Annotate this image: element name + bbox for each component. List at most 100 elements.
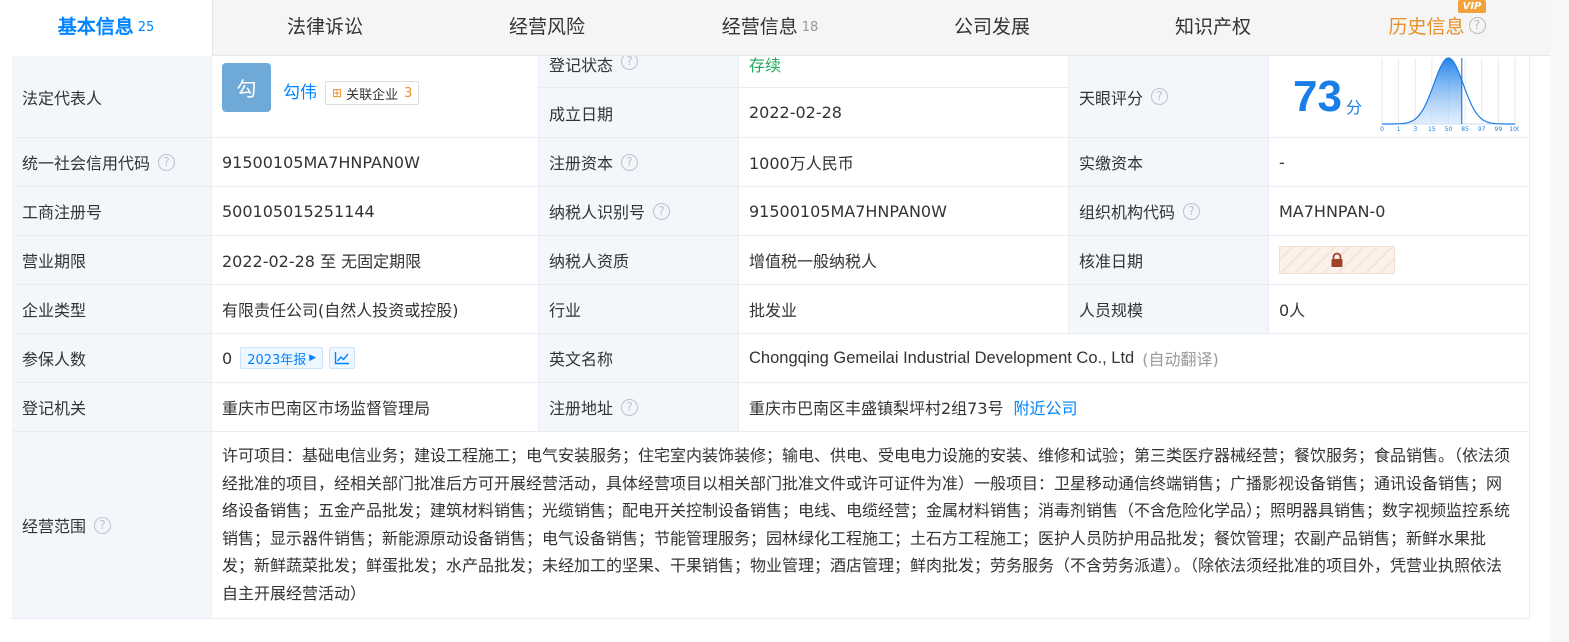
help-icon[interactable]: ? <box>1468 17 1486 34</box>
label-business-scope: 经营范围? <box>12 432 212 619</box>
help-icon[interactable]: ? <box>1183 202 1201 220</box>
label-insured: 参保人数 <box>12 334 212 383</box>
tab-label: 知识产权 <box>1174 16 1251 38</box>
scrollbar[interactable] <box>1550 0 1569 642</box>
tab-count: 18 <box>801 20 819 35</box>
annual-report-label: 2023年报 <box>247 352 307 368</box>
value-text: MA7HNPAN-0 <box>1279 201 1386 221</box>
related-companies-count: 3 <box>404 85 413 101</box>
chart-tick-label: 85 <box>1461 126 1469 133</box>
legal-rep-name[interactable]: 勾伟 <box>283 78 317 103</box>
industry-value: 批发业 <box>739 285 1069 334</box>
scope-text: 许可项目：基础电信业务；建设工程施工；电气安装服务；住宅室内装饰装修；输电、供电… <box>222 446 1511 603</box>
label-text: 工商注册号 <box>22 203 103 222</box>
tab-development[interactable]: 公司发展 <box>925 0 1059 56</box>
value-text: 批发业 <box>749 301 798 320</box>
line-chart-icon <box>335 352 350 365</box>
label-industry: 行业 <box>539 285 739 334</box>
biz-reg-no-value: 500105015251144 <box>212 187 539 236</box>
label-text: 经营范围 <box>22 517 87 536</box>
label-reg-authority: 登记机关 <box>12 383 212 432</box>
org-code-value: MA7HNPAN-0 <box>1269 187 1530 236</box>
value-text: 500105015251144 <box>222 201 375 221</box>
help-icon[interactable]: ? <box>158 153 176 171</box>
score-distribution-chart: 0 1 3 15 50 85 97 99 100 <box>1380 57 1519 133</box>
label-text: 企业类型 <box>22 301 87 320</box>
staff-size-value: 0人 <box>1269 285 1530 334</box>
chart-tick-label: 0 <box>1380 126 1384 133</box>
locked-value-button[interactable] <box>1279 246 1395 274</box>
label-taxpayer-id: 纳税人识别号? <box>539 187 739 236</box>
value-text: 0 <box>222 348 233 368</box>
value-text: 2022-02-28 至 无固定期限 <box>222 252 422 271</box>
label-legal-rep: 法定代表人 <box>12 56 212 138</box>
tab-operation[interactable]: 经营信息 18 <box>700 0 840 56</box>
reg-address-value: 重庆市巴南区丰盛镇梨坪村2组73号 附近公司 <box>739 383 1530 432</box>
help-icon[interactable]: ? <box>1151 88 1169 105</box>
english-name-value: Chongqing Gemeilai Industrial Developmen… <box>739 334 1530 383</box>
legal-rep-cell: 勾 勾伟 ⊞ 关联企业 3 <box>212 56 539 138</box>
label-text: 英文名称 <box>549 350 614 369</box>
chart-tick-label: 50 <box>1445 126 1453 133</box>
label-text: 组织机构代码 <box>1079 203 1176 222</box>
biz-term-value: 2022-02-28 至 无固定期限 <box>212 236 539 285</box>
tab-count: 25 <box>137 20 155 35</box>
label-text: 参保人数 <box>22 350 87 369</box>
tab-legal[interactable]: 法律诉讼 <box>258 0 392 56</box>
value-text: 91500105MA7HNPAN0W <box>749 201 947 221</box>
value-text: - <box>1279 152 1285 172</box>
caret-right-icon: ▶ <box>309 353 317 363</box>
avatar[interactable]: 勾 <box>222 63 271 112</box>
reg-capital-value: 1000万人民币 <box>739 138 1069 187</box>
label-reg-status: 登记状态? <box>539 56 739 88</box>
help-icon[interactable]: ? <box>653 202 671 220</box>
company-type-value: 有限责任公司(自然人投资或控股) <box>212 285 539 334</box>
help-icon[interactable]: ? <box>621 153 639 171</box>
tab-bar: 基本信息 25 法律诉讼 经营风险 经营信息 18 公司发展 知识产权 历史信息? … <box>0 0 1550 56</box>
approve-date-value <box>1269 236 1530 285</box>
trend-chart-button[interactable] <box>329 347 356 369</box>
label-paid-capital: 实缴资本 <box>1069 138 1269 187</box>
value-text: Chongqing Gemeilai Industrial Developmen… <box>749 348 1135 367</box>
label-staff-size: 人员规模 <box>1069 285 1269 334</box>
label-text: 统一社会信用代码 <box>22 154 151 173</box>
label-text: 核准日期 <box>1079 252 1144 271</box>
help-icon[interactable]: ? <box>94 516 112 534</box>
chart-tick-label: 100 <box>1509 126 1519 133</box>
tab-basic-info[interactable]: 基本信息 25 <box>0 0 213 56</box>
tab-label: 基本信息 <box>57 16 134 38</box>
label-text: 纳税人资质 <box>549 252 630 271</box>
insured-value-cell: 0 2023年报 ▶ <box>212 334 539 383</box>
found-date-value: 2022-02-28 <box>739 88 1069 138</box>
value-text: 91500105MA7HNPAN0W <box>222 152 420 172</box>
help-icon[interactable]: ? <box>621 56 639 70</box>
status-text: 存续 <box>749 56 782 75</box>
label-english-name: 英文名称 <box>539 334 739 383</box>
taxpayer-id-value: 91500105MA7HNPAN0W <box>739 187 1069 236</box>
lock-icon <box>1331 252 1343 267</box>
chart-tick-label: 99 <box>1495 126 1503 133</box>
chart-tick-label: 15 <box>1428 126 1436 133</box>
label-text: 天眼评分 <box>1079 88 1144 108</box>
label-text: 登记状态 <box>549 56 614 75</box>
tianyan-score-cell[interactable]: 73 分 0 1 3 15 50 85 97 99 100 <box>1269 56 1530 138</box>
label-text: 实缴资本 <box>1079 154 1144 173</box>
org-chart-icon: ⊞ <box>332 86 343 100</box>
chart-tick-label: 3 <box>1413 126 1417 133</box>
nearby-companies-link[interactable]: 附近公司 <box>1014 395 1078 419</box>
label-tianyan-score: 天眼评分? <box>1069 56 1269 138</box>
tab-label: 法律诉讼 <box>286 16 363 38</box>
label-text: 人员规模 <box>1079 301 1144 320</box>
annual-report-button[interactable]: 2023年报 ▶ <box>240 347 324 369</box>
tab-risk[interactable]: 经营风险 <box>480 0 614 56</box>
related-companies-button[interactable]: ⊞ 关联企业 3 <box>325 81 420 105</box>
label-biz-term: 营业期限 <box>12 236 212 285</box>
help-icon[interactable]: ? <box>621 398 639 416</box>
paid-capital-value: - <box>1269 138 1530 187</box>
tab-ip[interactable]: 知识产权 <box>1146 0 1280 56</box>
value-text: 0人 <box>1279 301 1306 320</box>
label-org-code: 组织机构代码? <box>1069 187 1269 236</box>
reg-authority-value: 重庆市巴南区市场监督管理局 <box>212 383 539 432</box>
label-text: 营业期限 <box>22 252 87 271</box>
label-reg-capital: 注册资本? <box>539 138 739 187</box>
